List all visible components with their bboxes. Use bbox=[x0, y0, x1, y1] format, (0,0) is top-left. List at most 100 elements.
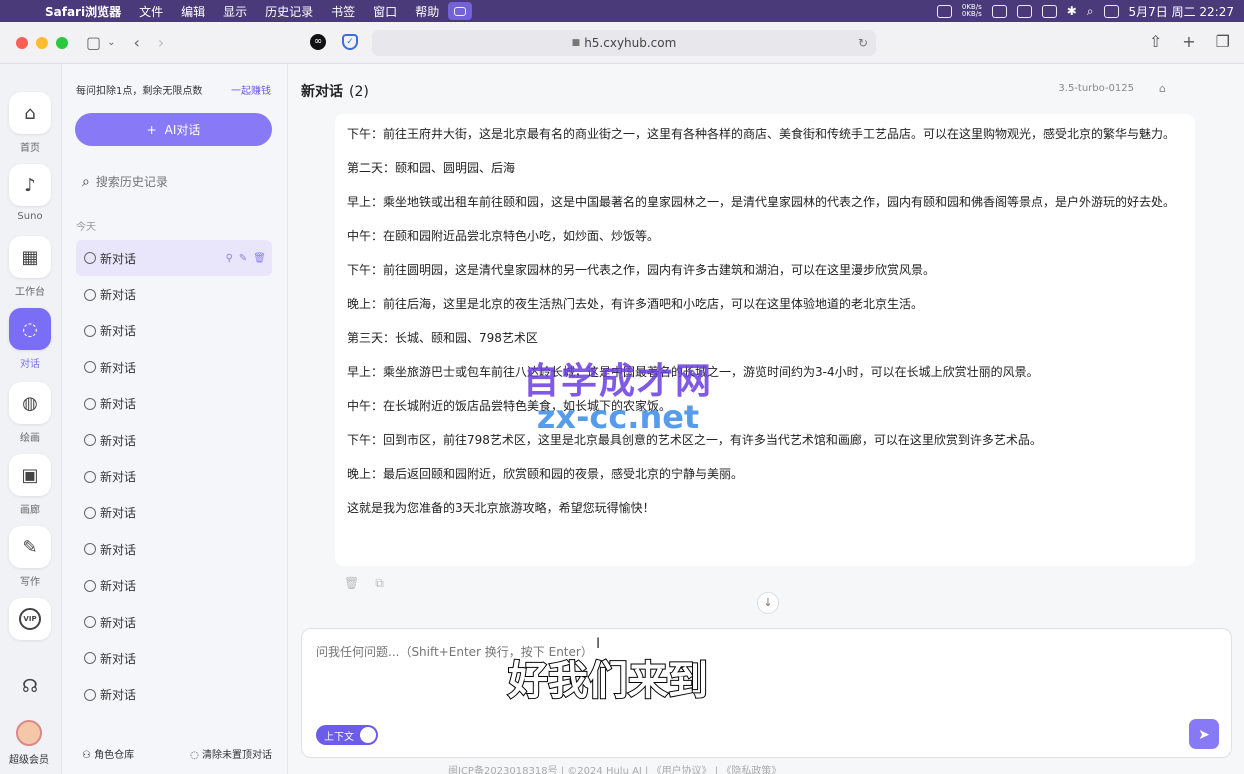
history-item[interactable]: 新对话 bbox=[76, 495, 272, 531]
message-paragraph: 早上：乘坐地铁或出租车前往颐和园，这是中国最著名的皇家园林之一，是清代皇家园林的… bbox=[347, 195, 1176, 209]
pen-icon: ✎ bbox=[9, 526, 51, 568]
close-window-button[interactable] bbox=[16, 36, 28, 49]
avatar bbox=[16, 720, 42, 746]
history-item-label: 新对话 bbox=[100, 506, 137, 521]
clear-unpinned-label: 清除未置顶对话 bbox=[202, 750, 272, 761]
bluetooth-icon[interactable]: ✱ bbox=[1067, 4, 1077, 18]
message-paragraph: 这就是我为您准备的3天北京旅游攻略，希望您玩得愉快！ bbox=[347, 501, 655, 515]
delete-icon[interactable]: 🗑 bbox=[344, 576, 359, 591]
history-item[interactable]: 新对话 bbox=[76, 349, 272, 385]
tray-display-icon[interactable] bbox=[1041, 4, 1057, 18]
member-label: 超级会员 bbox=[9, 755, 49, 766]
nav-paint[interactable]: ◍ 绘画 bbox=[8, 382, 52, 444]
user-profile[interactable]: 超级会员 bbox=[3, 720, 55, 766]
history-item[interactable]: 新对话 bbox=[76, 276, 272, 312]
history-item-label: 新对话 bbox=[100, 433, 137, 448]
nav-write[interactable]: ✎ 写作 bbox=[8, 526, 52, 588]
back-icon[interactable]: ‹ bbox=[134, 33, 140, 52]
earn-link[interactable]: 一起赚钱 bbox=[231, 82, 271, 97]
model-selector[interactable]: 3.5-turbo-0125 bbox=[1058, 83, 1134, 94]
new-tab-icon[interactable]: + bbox=[1182, 32, 1195, 51]
nav-home[interactable]: ⌂ 首页 bbox=[8, 92, 52, 154]
history-sidebar: 每问扣除1点，剩余无限点数 一起赚钱 + AI对话 ⌕ 今天 新对话⚲✎🗑新对话… bbox=[62, 64, 288, 774]
history-search-input[interactable] bbox=[95, 175, 246, 189]
extension-infinity-icon[interactable]: ∞ bbox=[310, 34, 326, 50]
history-item[interactable]: 新对话 bbox=[76, 458, 272, 494]
chat-input[interactable] bbox=[316, 643, 1196, 703]
history-item[interactable]: 新对话 bbox=[76, 677, 272, 713]
nav-support[interactable]: ☊ bbox=[8, 676, 52, 697]
menu-edit[interactable]: 编辑 bbox=[172, 3, 214, 20]
nav-paint-label: 绘画 bbox=[20, 433, 40, 444]
clear-unpinned-button[interactable]: ◌ 清除未置顶对话 bbox=[190, 746, 272, 761]
menu-file[interactable]: 文件 bbox=[130, 3, 172, 20]
menu-app-name[interactable]: Safari浏览器 bbox=[36, 3, 130, 20]
tray-app-icon[interactable] bbox=[936, 4, 952, 18]
nav-gallery-label: 画廊 bbox=[20, 505, 40, 516]
nav-suno[interactable]: ♪ Suno bbox=[8, 164, 52, 222]
plus-icon: + bbox=[146, 122, 157, 137]
history-item[interactable]: 新对话 ⚲ ✎ 🗑 bbox=[76, 240, 272, 277]
chat-bubble-icon bbox=[84, 288, 96, 301]
vip-text: VIP bbox=[19, 608, 41, 630]
search-icon[interactable]: ⌕ bbox=[1087, 4, 1094, 19]
history-item[interactable]: 新对话 bbox=[76, 568, 272, 604]
chat-composer: 上下文 ➤ bbox=[301, 628, 1232, 758]
history-item-label: 新对话 bbox=[100, 651, 137, 666]
history-item[interactable]: 新对话 bbox=[76, 531, 272, 567]
menubar-datetime[interactable]: 5月7日 周二 22:27 bbox=[1129, 3, 1234, 20]
history-item[interactable]: 新对话 bbox=[76, 422, 272, 458]
scroll-down-button[interactable]: ↓ bbox=[757, 592, 779, 614]
chat-main: 新对话 (2) 3.5-turbo-0125 ⌂ 下午：前往王府井大街，这是北京最… bbox=[288, 64, 1244, 774]
maximize-window-button[interactable] bbox=[56, 36, 68, 49]
history-item-label: 新对话 bbox=[100, 360, 137, 375]
sidebar-toggle-icon[interactable]: ▢ bbox=[86, 33, 101, 52]
nav-chat[interactable]: ◌ 对话 bbox=[8, 308, 52, 370]
share-icon[interactable]: ⇧ bbox=[1149, 32, 1162, 51]
browser-toolbar: ▢ ⌄ ‹ › ∞ ✓ ■ h5.cxyhub.com ↻ ⇧ + ❐ bbox=[0, 22, 1244, 64]
new-ai-chat-button[interactable]: + AI对话 bbox=[75, 113, 272, 146]
minimize-window-button[interactable] bbox=[36, 36, 48, 49]
lock-icon[interactable]: ⌂ bbox=[1159, 82, 1166, 95]
menu-help[interactable]: 帮助 bbox=[406, 3, 448, 20]
context-toggle[interactable]: 上下文 bbox=[316, 725, 378, 745]
copy-icon[interactable]: ⧉ bbox=[375, 576, 384, 591]
send-button[interactable]: ➤ bbox=[1189, 719, 1219, 749]
forward-icon[interactable]: › bbox=[158, 33, 164, 52]
menu-view[interactable]: 显示 bbox=[214, 3, 256, 20]
context-toggle-label: 上下文 bbox=[324, 731, 354, 743]
search-icon: ⌕ bbox=[82, 174, 90, 190]
nav-gallery[interactable]: ▣ 画廊 bbox=[8, 454, 52, 516]
menu-history[interactable]: 历史记录 bbox=[256, 3, 322, 20]
section-today: 今天 bbox=[76, 222, 96, 233]
tray-photo-icon[interactable] bbox=[1016, 4, 1032, 18]
reload-icon[interactable]: ↻ bbox=[858, 36, 868, 50]
tray-wechat-icon[interactable] bbox=[991, 4, 1007, 18]
delete-icon[interactable]: 🗑 bbox=[253, 253, 266, 264]
role-library-button[interactable]: ⚇ 角色仓库 bbox=[82, 746, 134, 761]
history-item[interactable]: 新对话 bbox=[76, 313, 272, 349]
message-paragraph: 下午：回到市区，前往798艺术区，这里是北京最具创意的艺术区之一，有许多当代艺术… bbox=[347, 433, 1042, 447]
tab-overview-icon[interactable]: ❐ bbox=[1216, 32, 1230, 51]
chevron-down-icon[interactable]: ⌄ bbox=[107, 37, 115, 48]
chat-bubble-icon bbox=[84, 434, 96, 447]
nav-vip[interactable]: VIP bbox=[8, 598, 52, 640]
address-bar[interactable]: ■ h5.cxyhub.com ↻ bbox=[372, 30, 876, 56]
screen-record-icon[interactable] bbox=[448, 2, 473, 20]
menu-window[interactable]: 窗口 bbox=[364, 3, 406, 20]
history-item-label: 新对话 bbox=[100, 542, 137, 557]
watermark: 自学成才网 zx-cc.net bbox=[523, 352, 713, 436]
history-item-label: 新对话 bbox=[100, 688, 137, 703]
nav-workbench[interactable]: ▦ 工作台 bbox=[8, 236, 52, 298]
control-center-icon[interactable] bbox=[1103, 4, 1119, 18]
pin-icon[interactable]: ⚲ bbox=[226, 253, 233, 264]
history-item[interactable]: 新对话 bbox=[76, 640, 272, 676]
message-paragraph: 中午：在颐和园附近品尝北京特色小吃，如炒面、炒饭等。 bbox=[347, 229, 660, 243]
history-item[interactable]: 新对话 bbox=[76, 386, 272, 422]
chat-title-text: 新对话 bbox=[301, 84, 343, 100]
extension-shield-icon[interactable]: ✓ bbox=[342, 34, 358, 50]
edit-icon[interactable]: ✎ bbox=[239, 253, 247, 264]
page-footer: 闽ICP备2023018318号 | ©2024 Hulu AI | 《用户协议… bbox=[448, 766, 782, 774]
history-item[interactable]: 新对话 bbox=[76, 604, 272, 640]
menu-bookmarks[interactable]: 书签 bbox=[322, 3, 364, 20]
